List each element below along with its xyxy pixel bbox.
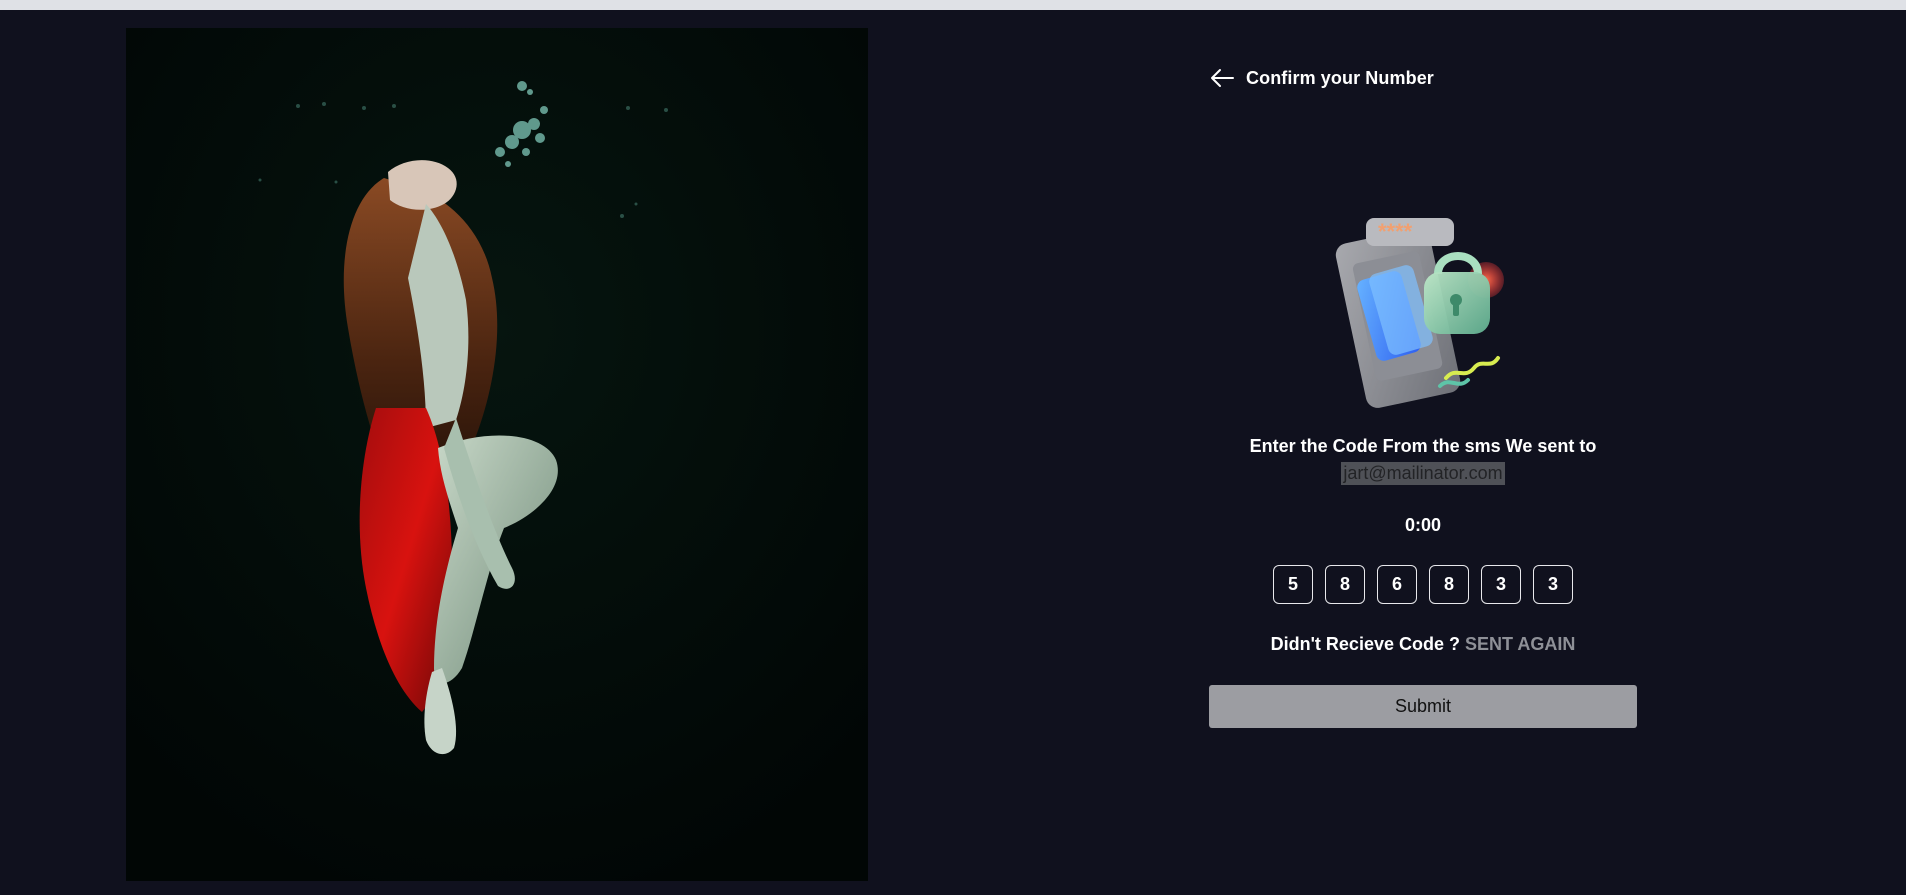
- code-prompt: Enter the Code From the sms We sent to: [1249, 436, 1597, 456]
- phone-lock-icon: ****: [1335, 218, 1504, 408]
- resend-question: Didn't Recieve Code ?: [1270, 634, 1460, 654]
- resend-link[interactable]: SENT AGAIN: [1465, 634, 1575, 654]
- resend-row: Didn't Recieve Code ? SENT AGAIN: [1209, 634, 1637, 655]
- back-button[interactable]: [1208, 64, 1236, 92]
- otp-digit-1[interactable]: 5: [1273, 565, 1313, 604]
- email-wrapper: jart@mailinator.com: [1209, 462, 1637, 485]
- page-title: Confirm your Number: [1246, 67, 1434, 88]
- email-address: jart@mailinator.com: [1341, 462, 1505, 485]
- otp-digit-3[interactable]: 6: [1377, 565, 1417, 604]
- otp-input-group: 5 8 6 8 3 3: [1273, 565, 1573, 604]
- otp-digit-6[interactable]: 3: [1533, 565, 1573, 604]
- otp-digit-2[interactable]: 8: [1325, 565, 1365, 604]
- otp-digit-5[interactable]: 3: [1481, 565, 1521, 604]
- phone-lock-illustration: ****: [1332, 210, 1512, 410]
- browser-top-bar: [0, 0, 1906, 10]
- hero-photo: [126, 28, 868, 881]
- submit-button[interactable]: Submit: [1209, 685, 1637, 728]
- arrow-left-icon: [1211, 69, 1234, 87]
- password-mask: ****: [1378, 219, 1413, 244]
- countdown-timer: 0:00: [1404, 515, 1442, 535]
- otp-digit-4[interactable]: 8: [1429, 565, 1469, 604]
- page-header: Confirm your Number: [1208, 64, 1434, 92]
